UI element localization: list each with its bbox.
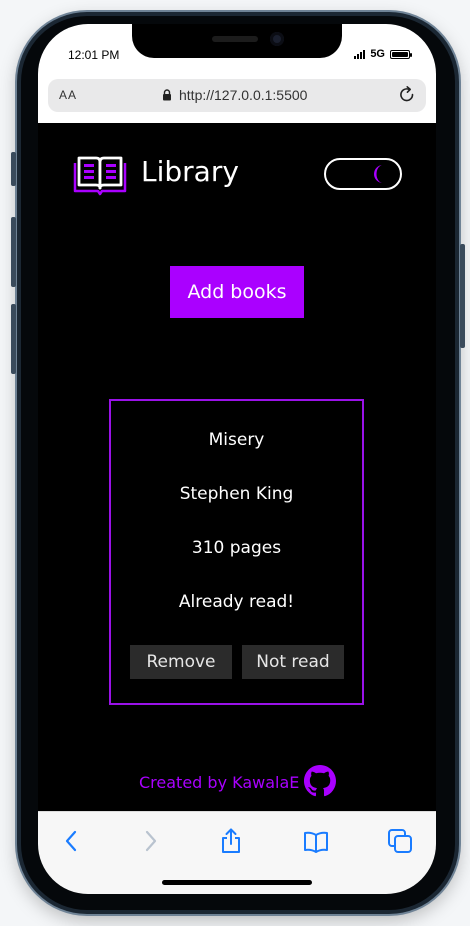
book-title: Misery	[208, 430, 265, 450]
page-title: Library	[141, 155, 239, 188]
remove-button[interactable]: Remove	[130, 645, 232, 679]
open-book-icon	[73, 156, 127, 196]
volume-up-button	[11, 217, 16, 287]
theme-toggle[interactable]	[324, 158, 402, 190]
front-camera	[270, 32, 284, 46]
notch	[132, 24, 342, 58]
reload-icon[interactable]	[397, 85, 417, 105]
bookmarks-icon[interactable]	[303, 828, 329, 854]
battery-icon	[390, 49, 412, 59]
url-text[interactable]: http://127.0.0.1:5500	[179, 87, 307, 103]
volume-down-button	[11, 304, 16, 374]
footer-credit[interactable]: Created by KawalaE	[139, 773, 299, 792]
status-time: 12:01 PM	[68, 48, 120, 62]
status-indicators: 5G	[354, 48, 412, 60]
power-button	[460, 244, 465, 348]
text-size-button[interactable]: AA	[59, 88, 77, 102]
address-bar[interactable]: AA http://127.0.0.1:5500	[48, 79, 426, 112]
book-author: Stephen King	[179, 484, 294, 504]
book-card: Misery Stephen King 310 pages Already re…	[109, 399, 364, 705]
book-read-status: Already read!	[178, 592, 295, 612]
toggle-read-button[interactable]: Not read	[242, 645, 344, 679]
home-indicator[interactable]	[162, 880, 312, 885]
library-app: Library Add books Misery Stephen King 31…	[38, 123, 436, 811]
add-books-button[interactable]: Add books	[170, 266, 304, 318]
network-label: 5G	[370, 48, 385, 60]
tabs-icon[interactable]	[387, 828, 413, 854]
screen: 12:01 PM 5G AA http://127.0.0.1:5500 Lib…	[38, 24, 436, 894]
mute-switch	[11, 152, 16, 186]
back-icon[interactable]	[59, 828, 85, 854]
lock-icon	[163, 89, 171, 101]
browser-toolbar	[38, 811, 436, 894]
speaker-grille	[212, 36, 258, 42]
signal-icon	[354, 49, 366, 59]
share-icon[interactable]	[218, 828, 244, 854]
forward-icon	[145, 830, 157, 852]
github-icon[interactable]	[304, 765, 336, 797]
book-pages: 310 pages	[191, 538, 282, 558]
moon-icon	[374, 165, 383, 183]
